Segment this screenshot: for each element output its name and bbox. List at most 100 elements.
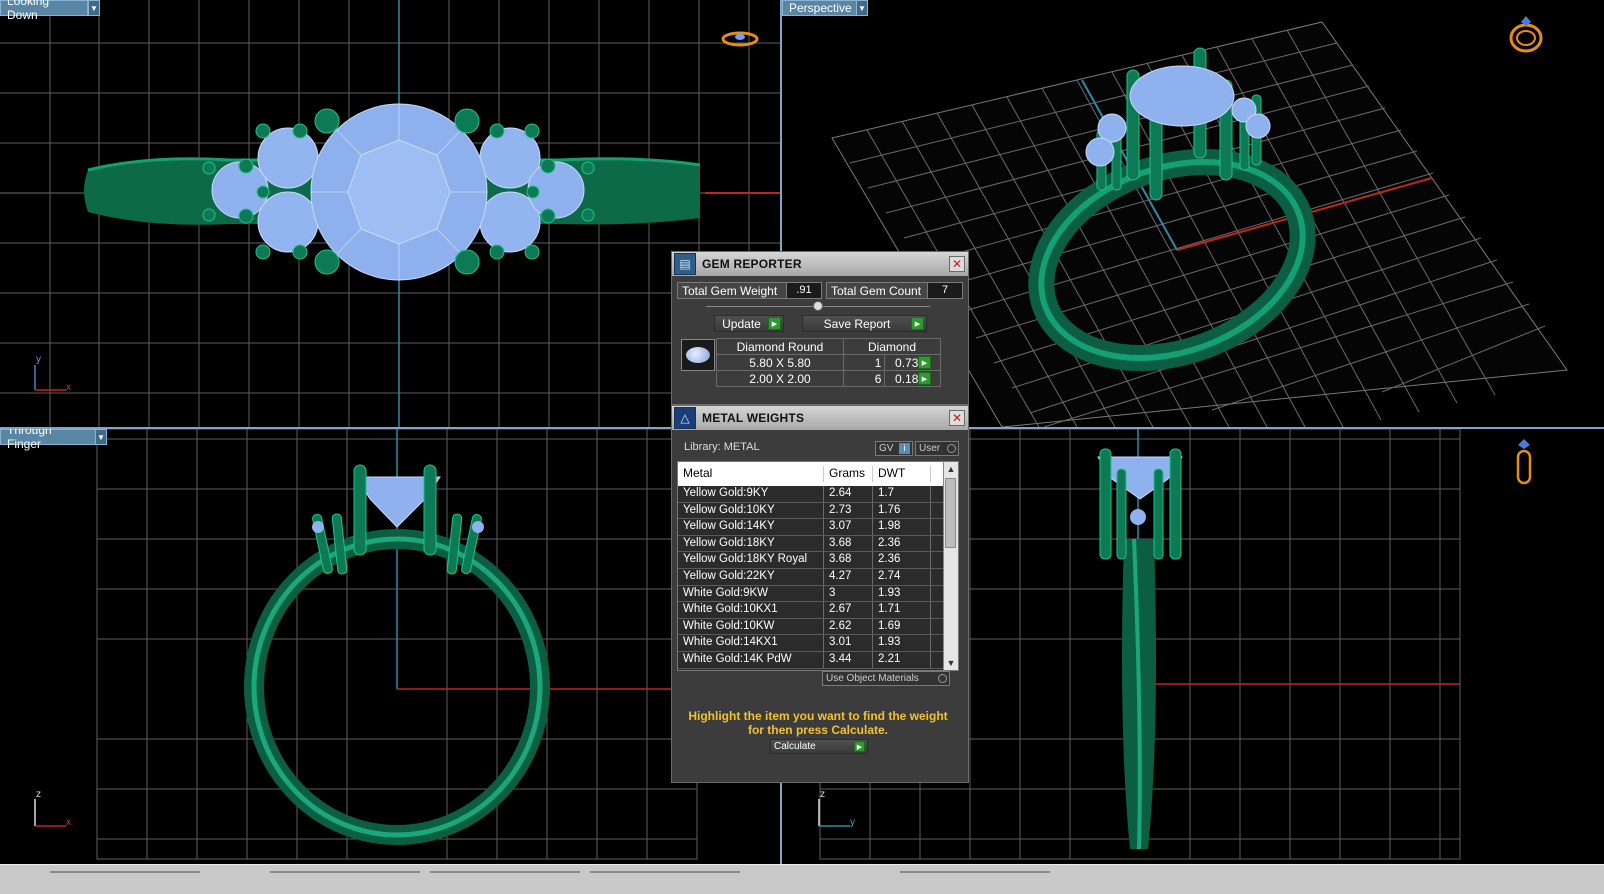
viewport-through-finger[interactable]: Through Finger ▼ z x bbox=[0, 429, 780, 864]
gem-count: 6 bbox=[842, 370, 886, 387]
metal-weight-icon: △ bbox=[674, 407, 696, 429]
chevron-down-icon[interactable]: ▼ bbox=[856, 0, 868, 16]
strip-segment bbox=[270, 871, 420, 873]
gv-toggle-label: GV bbox=[879, 443, 894, 454]
play-icon: ▶ bbox=[911, 317, 924, 330]
gem-thumbnail[interactable] bbox=[681, 339, 715, 371]
metal-row[interactable]: Yellow Gold:10KY 2.73 1.76 bbox=[678, 502, 958, 520]
axis-label-horizontal: x bbox=[66, 817, 71, 828]
metal-grams: 3.07 bbox=[824, 519, 873, 535]
metal-list-header: Metal Grams DWT bbox=[678, 462, 958, 486]
update-button-label: Update bbox=[722, 316, 761, 331]
scrollbar-thumb[interactable] bbox=[945, 478, 956, 548]
metal-dwt: 1.69 bbox=[873, 618, 931, 635]
view-mode-dropdown[interactable]: Perspective bbox=[782, 0, 858, 16]
metal-row[interactable]: White Gold:14KX1 3.01 1.93 bbox=[678, 635, 958, 652]
user-toggle[interactable]: User bbox=[915, 441, 959, 456]
metal-name: Yellow Gold:18KY Royal bbox=[678, 552, 824, 568]
close-icon[interactable]: ✕ bbox=[949, 410, 965, 426]
metal-dwt: 1.98 bbox=[873, 519, 931, 535]
gem-row-play-icon[interactable]: ▶ bbox=[918, 356, 931, 369]
strip-segment bbox=[590, 871, 740, 873]
viewport-looking-down[interactable]: Looking Down ▼ y x bbox=[0, 0, 780, 427]
gem-type-header: Diamond bbox=[843, 338, 941, 355]
scroll-down-icon[interactable]: ▼ bbox=[944, 656, 958, 670]
metal-weights-panel: △ METAL WEIGHTS ✕ Library: METAL GV i Us… bbox=[671, 405, 969, 783]
chevron-down-icon[interactable]: ▼ bbox=[95, 429, 107, 445]
metal-grams: 2.67 bbox=[824, 602, 873, 618]
metal-name: White Gold:14K PdW bbox=[678, 651, 824, 668]
column-header-metal[interactable]: Metal bbox=[678, 466, 824, 482]
close-icon[interactable]: ✕ bbox=[949, 256, 965, 272]
gem-weight: 0.18tw bbox=[884, 370, 941, 387]
gem-table: Diamond Round Diamond 5.80 X 5.80 1 0.73… bbox=[716, 338, 941, 387]
use-object-materials-toggle[interactable]: Use Object Materials bbox=[822, 671, 950, 686]
save-report-button[interactable]: Save Report ▶ bbox=[802, 315, 927, 332]
total-gem-count-value: 7 bbox=[927, 283, 962, 298]
ring-side-icon[interactable] bbox=[1512, 437, 1536, 491]
strip-segment bbox=[430, 871, 580, 873]
metal-list[interactable]: Metal Grams DWT Yellow Gold:9KY 2.64 1.7 Ye… bbox=[677, 461, 959, 671]
radio-icon bbox=[947, 444, 956, 453]
gem-row-play-icon[interactable]: ▶ bbox=[918, 372, 931, 385]
metal-row[interactable]: White Gold:10KW 2.62 1.69 bbox=[678, 618, 958, 636]
play-icon: ▶ bbox=[854, 741, 865, 752]
strip-segment bbox=[900, 871, 1050, 873]
column-header-grams[interactable]: Grams bbox=[824, 466, 873, 482]
metal-row[interactable]: Yellow Gold:18KY Royal 3.68 2.36 bbox=[678, 552, 958, 569]
axis-label-vertical: z bbox=[36, 789, 41, 800]
chevron-down-icon[interactable]: ▼ bbox=[88, 0, 100, 16]
metal-grams: 3.01 bbox=[824, 635, 873, 651]
metal-name: Yellow Gold:9KY bbox=[678, 486, 824, 502]
gem-row[interactable]: 5.80 X 5.80 1 0.73tw bbox=[716, 354, 941, 371]
metal-row[interactable]: Yellow Gold:18KY 3.68 2.36 bbox=[678, 535, 958, 553]
calculate-button-label: Calculate bbox=[774, 741, 816, 752]
scroll-up-icon[interactable]: ▲ bbox=[944, 462, 958, 476]
metal-grams: 3.44 bbox=[824, 651, 873, 668]
total-gem-weight-field: Total Gem Weight .91 bbox=[677, 282, 822, 299]
metal-dwt: 1.93 bbox=[873, 635, 931, 651]
strip-segment bbox=[50, 871, 200, 873]
collapse-handle-icon[interactable] bbox=[813, 301, 823, 311]
metal-row[interactable]: White Gold:14K PdW 3.44 2.21 bbox=[678, 651, 958, 669]
metal-row[interactable]: White Gold:9KW 3 1.93 bbox=[678, 585, 958, 603]
view-mode-dropdown[interactable]: Through Finger bbox=[0, 429, 96, 451]
metal-rows: Yellow Gold:9KY 2.64 1.7 Yellow Gold:10KY 2.… bbox=[678, 486, 958, 669]
axis-gizmo bbox=[818, 799, 850, 827]
update-button[interactable]: Update ▶ bbox=[714, 315, 784, 332]
axis-label-horizontal: x bbox=[66, 382, 71, 393]
gem-weight: 0.73tw bbox=[884, 354, 941, 371]
use-object-materials-label: Use Object Materials bbox=[826, 673, 919, 684]
metal-dwt: 2.21 bbox=[873, 651, 931, 668]
metal-dwt: 1.76 bbox=[873, 502, 931, 519]
metal-grams: 2.73 bbox=[824, 502, 873, 519]
view-mode-dropdown[interactable]: Looking Down bbox=[0, 0, 88, 22]
metal-row[interactable]: Yellow Gold:22KY 4.27 2.74 bbox=[678, 568, 958, 586]
gem-reporter-header[interactable]: ▤ GEM REPORTER ✕ bbox=[672, 252, 968, 276]
metal-name: White Gold:9KW bbox=[678, 585, 824, 602]
gv-toggle[interactable]: GV i bbox=[875, 441, 913, 456]
metal-name: Yellow Gold:14KY bbox=[678, 519, 824, 535]
panel-title: METAL WEIGHTS bbox=[702, 411, 805, 425]
metal-grams: 3.68 bbox=[824, 535, 873, 552]
metal-row[interactable]: Yellow Gold:9KY 2.64 1.7 bbox=[678, 486, 958, 503]
column-header-dwt[interactable]: DWT bbox=[873, 466, 931, 482]
gem-size: 2.00 X 2.00 bbox=[716, 370, 844, 387]
metal-row[interactable]: White Gold:10KX1 2.67 1.71 bbox=[678, 602, 958, 619]
metal-weights-header[interactable]: △ METAL WEIGHTS ✕ bbox=[672, 406, 968, 430]
metal-list-scrollbar[interactable]: ▲ ▼ bbox=[943, 462, 958, 670]
gem-table-header: Diamond Round Diamond bbox=[716, 338, 941, 355]
metal-dwt: 1.7 bbox=[873, 486, 931, 502]
axis-gizmo bbox=[34, 799, 66, 827]
gem-row[interactable]: 2.00 X 2.00 6 0.18tw bbox=[716, 370, 941, 387]
total-gem-count-label: Total Gem Count bbox=[831, 283, 922, 298]
metal-grams: 4.27 bbox=[824, 568, 873, 585]
looking-down-scene bbox=[0, 0, 780, 427]
ring-nav-icon[interactable] bbox=[720, 28, 760, 50]
calculate-hint: Highlight the item you want to find the … bbox=[688, 709, 948, 737]
metal-row[interactable]: Yellow Gold:14KY 3.07 1.98 bbox=[678, 519, 958, 536]
ring-perspective-icon[interactable] bbox=[1506, 12, 1546, 56]
total-gem-weight-label: Total Gem Weight bbox=[682, 283, 778, 298]
metal-dwt: 2.36 bbox=[873, 552, 931, 568]
calculate-button[interactable]: Calculate ▶ bbox=[770, 739, 868, 754]
